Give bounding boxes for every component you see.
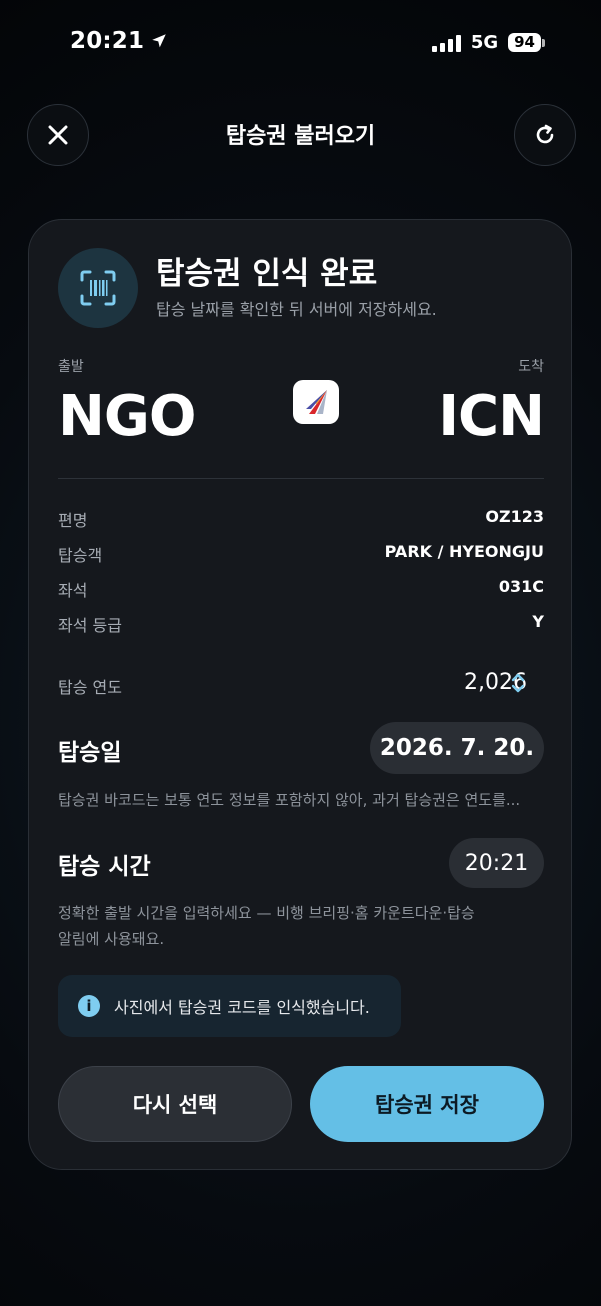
boarding-date-label: 탑승일 [58,740,122,766]
page-title: 탑승권 불러오기 [225,124,376,149]
seat-class-value: Y [532,612,544,631]
refresh-button[interactable] [514,104,576,166]
location-arrow-icon [152,34,166,48]
passenger-label: 탑승객 [58,546,103,565]
battery-icon: 94 [508,33,545,52]
boarding-time-label: 탑승 시간 [58,854,151,880]
airline-logo [293,380,339,424]
passenger-value: PARK / HYEONGJU [384,542,544,561]
info-icon: i [78,995,100,1017]
boarding-time-note-line1: 정확한 출발 시간을 입력하세요 — 비행 브리핑·홈 카운트다운·탑승 [58,904,475,922]
boarding-time-picker[interactable]: 20:21 [449,838,544,888]
status-time: 20:21 [70,28,168,54]
battery-level: 94 [508,33,541,52]
refresh-icon [536,124,554,144]
arrival-code: ICN [438,384,545,449]
chevron-updown-icon[interactable] [510,672,526,694]
save-boarding-pass-button[interactable]: 탑승권 저장 [310,1066,544,1142]
boarding-date-picker[interactable]: 2026. 7. 20. [370,722,544,774]
flight-number-label: 편명 [58,511,88,530]
seat-label: 좌석 [58,581,88,600]
barcode-scan-icon [80,270,116,306]
signal-icon [431,34,461,52]
reselect-button[interactable]: 다시 선택 [58,1066,292,1142]
flight-number-value: OZ123 [485,507,544,526]
seat-value: 031C [498,577,544,596]
divider [58,478,544,479]
departure-label: 출발 [58,359,84,375]
departure-code: NGO [58,384,196,449]
boarding-year-label: 탑승 연도 [58,678,122,697]
scan-badge [58,248,138,328]
network-type: 5G [470,32,499,53]
info-banner: i 사진에서 탑승권 코드를 인식했습니다. [58,975,401,1037]
info-text: 사진에서 탑승권 코드를 인식했습니다. [114,998,370,1017]
seat-class-label: 좌석 등급 [58,616,122,635]
arrival-label: 도착 [518,359,544,375]
boarding-date-note: 탑승권 바코드는 보통 연도 정보를 포함하지 않아, 과거 탑승권은 연도를.… [58,791,521,809]
card-subtitle: 탑승 날짜를 확인한 뒤 서버에 저장하세요. [156,300,437,319]
card-title: 탑승권 인식 완료 [156,256,378,292]
status-indicators: 5G 94 [431,32,545,53]
boarding-time-note-line2: 알림에 사용돼요. [58,930,165,948]
airline-logo-icon [306,390,327,414]
